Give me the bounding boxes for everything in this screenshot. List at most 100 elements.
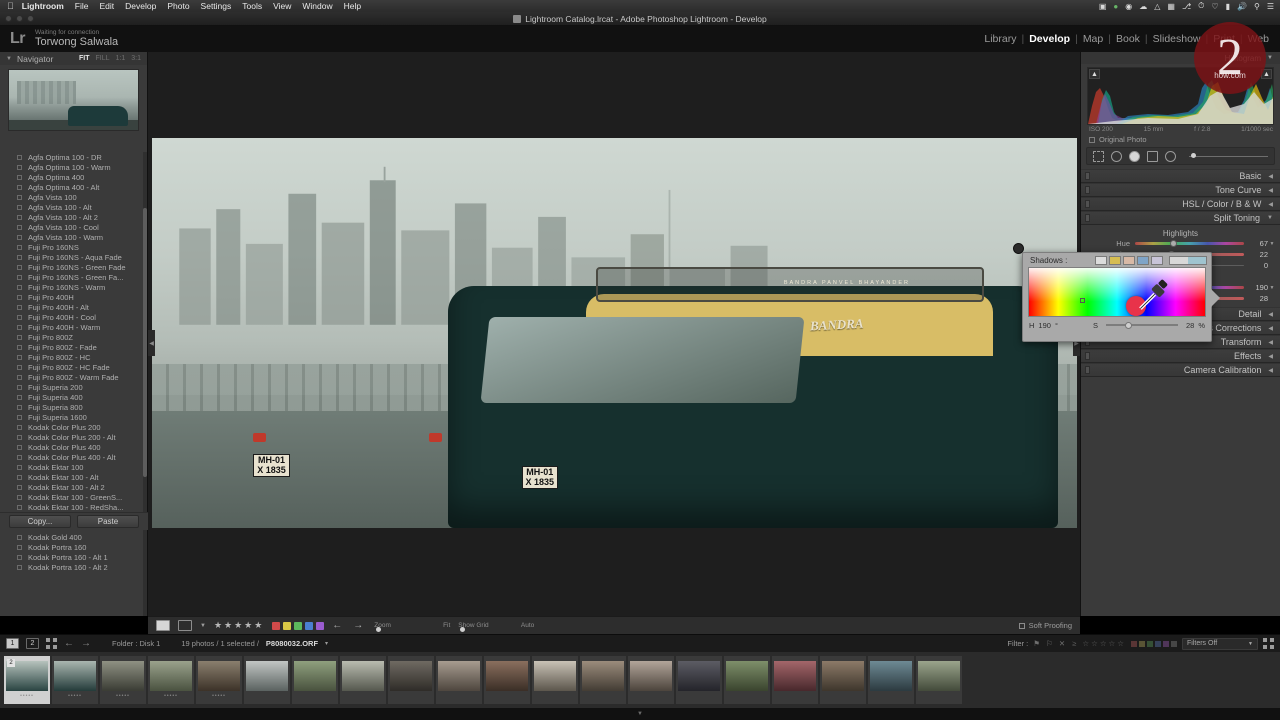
preset-item[interactable]: Fuji Pro 160NS - Aqua Fade — [0, 252, 147, 262]
preset-item[interactable]: Kodak Ektar 100 - RedSha... — [0, 502, 147, 512]
filmstrip-thumbnail[interactable] — [676, 656, 722, 704]
filmstrip-thumbnail[interactable] — [820, 656, 866, 704]
preset-item[interactable]: Agfa Vista 100 - Alt — [0, 202, 147, 212]
section-switch-icon[interactable] — [1085, 186, 1090, 194]
filmstrip-forward-icon[interactable]: → — [81, 638, 91, 649]
preset-swatch-4[interactable] — [1137, 255, 1149, 265]
menu-icon[interactable]: ☰ — [1267, 2, 1274, 11]
spot-removal-tool-icon[interactable] — [1111, 150, 1122, 162]
preset-item[interactable]: Kodak Color Plus 200 - Alt — [0, 432, 147, 442]
module-web[interactable]: Web — [1243, 33, 1274, 45]
menu-item-lightroom[interactable]: Lightroom — [22, 1, 64, 11]
color-picker-popup[interactable]: Shadows : H 190 ° S 28 % — [1013, 243, 1220, 342]
paste-button[interactable]: Paste — [77, 515, 139, 528]
loupe-view-icon[interactable] — [156, 620, 170, 631]
reset-arrow-icon[interactable]: ▼ — [1268, 285, 1276, 291]
menu-item-settings[interactable]: Settings — [201, 1, 232, 11]
preset-item[interactable]: Fuji Pro 160NS - Warm — [0, 282, 147, 292]
rating-stars[interactable]: ★★★★★ — [214, 620, 264, 631]
picker-saturation-slider[interactable] — [1105, 321, 1178, 329]
cloud-icon[interactable]: ☁ — [1139, 2, 1147, 11]
preset-item[interactable]: Agfa Vista 100 — [0, 192, 147, 202]
filmstrip-thumbnail[interactable] — [580, 656, 626, 704]
section-switch-icon[interactable] — [1085, 214, 1090, 222]
section-hsl-color-bw[interactable]: HSL / Color / B & W ◀ — [1081, 197, 1280, 211]
filter-toggle-icon[interactable] — [1263, 638, 1274, 649]
filter-stars[interactable]: ≥ ☆☆☆☆☆ — [1072, 639, 1126, 648]
preset-item[interactable]: Kodak Gold 400 — [0, 532, 147, 542]
preset-swatch-1[interactable] — [1095, 255, 1107, 265]
filmstrip[interactable]: 2 ••••• ••••• ••••• ••••• ••••• — [0, 652, 1280, 708]
filmstrip-collapse-bar[interactable]: ▼ — [0, 708, 1280, 720]
preset-item[interactable]: Agfa Vista 100 - Alt 2 — [0, 212, 147, 222]
zoom-fit[interactable]: FIT — [79, 55, 90, 62]
preset-item[interactable]: Kodak Color Plus 200 — [0, 422, 147, 432]
menu-item-help[interactable]: Help — [344, 1, 361, 11]
filmstrip-thumbnail[interactable] — [436, 656, 482, 704]
chevron-down-icon[interactable]: ▾ — [325, 640, 328, 647]
filmstrip-thumbnail[interactable] — [772, 656, 818, 704]
tool-amount-slider[interactable] — [1189, 153, 1268, 158]
volume-icon[interactable]: 🔊 — [1237, 2, 1247, 11]
search-icon[interactable]: ⚲ — [1254, 2, 1260, 11]
preset-item[interactable]: Kodak Ektar 100 - Alt — [0, 472, 147, 482]
preset-item[interactable]: Kodak Color Plus 400 - Alt — [0, 452, 147, 462]
radial-filter-tool-icon[interactable] — [1165, 150, 1176, 162]
preset-item[interactable]: Kodak Ektar 100 — [0, 462, 147, 472]
filmstrip-thumbnail[interactable]: ••••• — [148, 656, 194, 704]
filter-label-blue[interactable] — [1155, 640, 1161, 647]
preset-swatch-5[interactable] — [1151, 255, 1163, 265]
preset-item[interactable]: Agfa Optima 100 - Warm — [0, 162, 147, 172]
histogram-header[interactable]: Histogram ▼ — [1081, 52, 1280, 64]
crop-tool-icon[interactable] — [1093, 150, 1104, 162]
filmstrip-thumbnail[interactable]: ••••• — [100, 656, 146, 704]
triangle-icon[interactable]: △ — [1154, 2, 1160, 11]
menu-item-edit[interactable]: Edit — [99, 1, 114, 11]
display-icon[interactable]: ▦ — [1167, 2, 1175, 11]
screen-record-icon[interactable]: ▣ — [1099, 2, 1107, 11]
preset-item[interactable]: Kodak Portra 160 — [0, 542, 147, 552]
filter-flags[interactable]: ⚑ ⚐ ✕ — [1033, 639, 1067, 648]
color-label-blue[interactable] — [305, 621, 314, 630]
before-after-view-icon[interactable] — [178, 620, 192, 631]
menu-item-tools[interactable]: Tools — [242, 1, 262, 11]
preset-item[interactable]: Fuji Superia 1600 — [0, 412, 147, 422]
preset-item[interactable]: Fuji Pro 160NS — [0, 242, 147, 252]
bluetooth-icon[interactable]: ⎇ — [1182, 2, 1191, 11]
picker-color-field[interactable] — [1028, 267, 1206, 317]
menu-item-develop[interactable]: Develop — [125, 1, 156, 11]
section-camera-calibration[interactable]: Camera Calibration ◀ — [1081, 363, 1280, 377]
checkbox-icon[interactable] — [1018, 622, 1025, 629]
color-label-red[interactable] — [272, 621, 281, 630]
chevron-down-icon[interactable]: ▼ — [1267, 215, 1273, 221]
module-book[interactable]: Book — [1111, 33, 1145, 45]
highlights-hue-row[interactable]: Hue 67 ▼ — [1081, 238, 1280, 249]
chevron-down-icon[interactable]: ▼ — [200, 623, 206, 629]
filmstrip-thumbnail[interactable] — [916, 656, 962, 704]
chevron-down-icon[interactable]: ▼ — [6, 56, 12, 62]
filmstrip-thumbnail[interactable] — [532, 656, 578, 704]
chevron-left-icon[interactable]: ◀ — [1268, 187, 1273, 194]
color-label-green[interactable] — [294, 621, 303, 630]
filter-label-none[interactable] — [1171, 640, 1177, 647]
preset-item[interactable]: Kodak Portra 160 - Alt 1 — [0, 552, 147, 562]
hue-slider-track[interactable] — [1135, 239, 1244, 247]
preset-item[interactable]: Agfa Vista 100 - Cool — [0, 222, 147, 232]
preset-item[interactable]: Fuji Pro 160NS - Green Fa... — [0, 272, 147, 282]
develop-photo[interactable]: BANDRA BANDRA PANVEL BHAYANDER MH-01 X 1… — [151, 138, 1077, 528]
reset-arrow-icon[interactable]: ▼ — [1268, 241, 1276, 247]
window-controls[interactable] — [5, 15, 34, 22]
chevron-left-icon[interactable]: ◀ — [1268, 311, 1273, 318]
preset-item[interactable]: Fuji Pro 800Z - Warm Fade — [0, 372, 147, 382]
preset-item[interactable]: Fuji Pro 160NS - Green Fade — [0, 262, 147, 272]
preset-item[interactable]: Fuji Pro 800Z — [0, 332, 147, 342]
preset-item[interactable]: Fuji Superia 200 — [0, 382, 147, 392]
module-map[interactable]: Map — [1078, 33, 1108, 45]
nav-prev-icon[interactable]: ← — [332, 620, 345, 631]
filter-label-yellow[interactable] — [1139, 640, 1145, 647]
filmstrip-back-icon[interactable]: ← — [64, 638, 74, 649]
color-label-yellow[interactable] — [283, 621, 292, 630]
filmstrip-thumbnail[interactable] — [628, 656, 674, 704]
preset-item[interactable]: Agfa Vista 100 - Warm — [0, 232, 147, 242]
apple-menu-icon[interactable]:  — [7, 1, 14, 11]
